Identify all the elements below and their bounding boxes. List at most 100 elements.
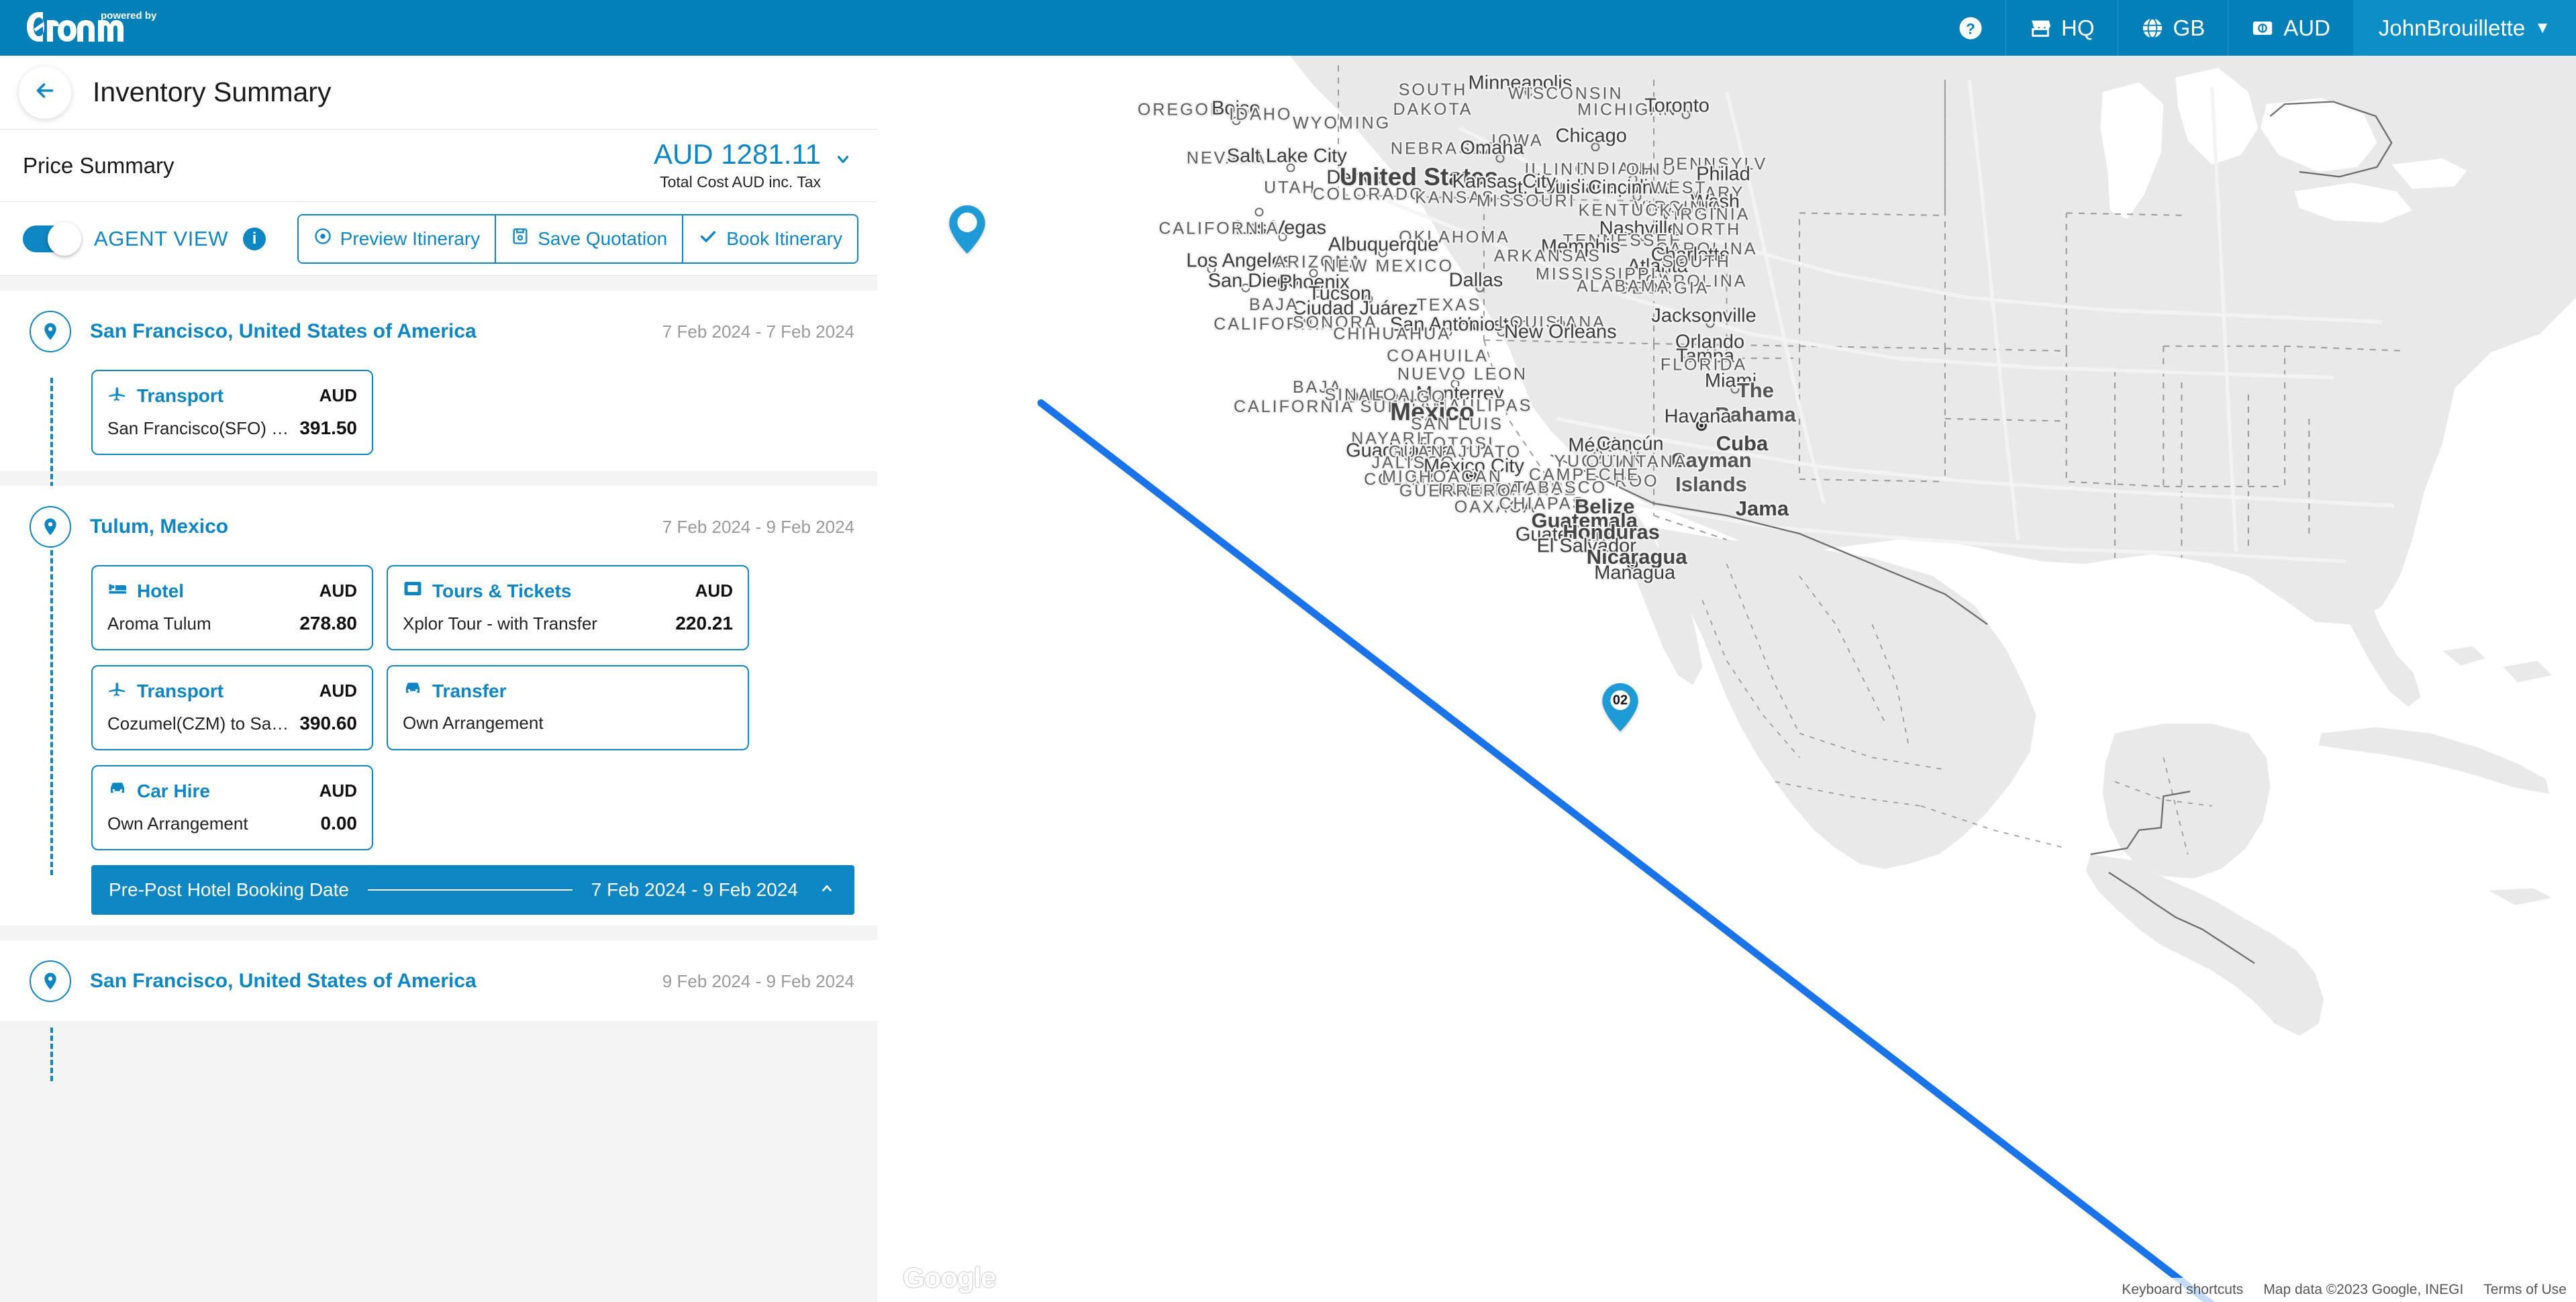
- google-watermark: Google: [903, 1262, 997, 1293]
- card-currency: AUD: [319, 781, 357, 801]
- back-button[interactable]: [19, 66, 71, 119]
- roam-logo[interactable]: powered by: [26, 9, 180, 47]
- capital-dot: [1627, 559, 1638, 570]
- city-dot: [1505, 185, 1514, 195]
- city-dot: [1450, 379, 1460, 389]
- user-menu[interactable]: JohnBrouillette ▼: [2352, 0, 2576, 56]
- segment-city[interactable]: Tulum, Mexico: [90, 515, 228, 538]
- capital-dot: [1696, 420, 1707, 431]
- card-amount: 220.21: [675, 613, 733, 634]
- info-icon[interactable]: i: [243, 227, 266, 250]
- city-dot: [1593, 450, 1603, 459]
- eye-icon: [313, 227, 332, 250]
- preview-itinerary-button[interactable]: Preview Itinerary: [298, 215, 495, 262]
- card-type-label: Tours & Tickets: [432, 580, 572, 601]
- inventory-summary-panel: Inventory Summary Price Summary AUD 1281…: [0, 56, 877, 1302]
- location-pin-icon: [30, 506, 71, 548]
- destination-marker-label: 02: [1612, 693, 1628, 708]
- city-dot: [1659, 270, 1669, 279]
- itinerary-segment: Tulum, Mexico 7 Feb 2024 - 9 Feb 2024 Ho…: [0, 486, 877, 925]
- destination-map-marker[interactable]: 02: [1602, 683, 1638, 735]
- currency-selector[interactable]: AUD: [2228, 0, 2353, 56]
- branch-label: HQ: [2061, 15, 2095, 40]
- check-icon: [698, 227, 718, 250]
- city-dot: [1632, 192, 1642, 201]
- globe-icon: [2141, 17, 2164, 40]
- segment-city[interactable]: San Francisco, United States of America: [90, 320, 477, 343]
- terms-of-use-link[interactable]: Terms of Use: [2483, 1282, 2567, 1298]
- language-selector[interactable]: GB: [2117, 0, 2228, 56]
- card-currency: AUD: [319, 681, 357, 701]
- card-currency: AUD: [319, 385, 357, 405]
- pre-post-hotel-booking-date-bar[interactable]: Pre-Post Hotel Booking Date 7 Feb 2024 -…: [91, 865, 854, 915]
- help-icon: ?: [1959, 16, 1983, 40]
- card-type-label: Transport: [137, 680, 224, 701]
- price-expand-chevron-icon[interactable]: [832, 149, 854, 172]
- book-itinerary-label: Book Itinerary: [726, 228, 842, 249]
- svg-text:powered by: powered by: [101, 10, 157, 21]
- city-dot: [1371, 173, 1380, 183]
- total-price-caption: Total Cost AUD inc. Tax: [660, 173, 821, 191]
- city-dot: [1628, 174, 1638, 184]
- top-navigation-bar: powered by ? HQ GB AUD JohnBrouillette ▼: [0, 0, 2576, 56]
- save-icon: [511, 227, 530, 250]
- location-pin-icon: [30, 960, 71, 1002]
- itinerary-timeline: San Francisco, United States of America …: [0, 291, 877, 1081]
- city-dot: [1683, 243, 1693, 252]
- total-price-amount: AUD 1281.11: [653, 138, 821, 170]
- city-dot: [1278, 232, 1287, 242]
- card-type-label: Hotel: [137, 580, 184, 601]
- agent-view-toggle[interactable]: [23, 221, 81, 256]
- divider-line: [367, 889, 573, 891]
- card-description: Cozumel(CZM) to San Franci...: [107, 713, 290, 734]
- store-icon: [2029, 17, 2052, 40]
- city-dot: [1556, 319, 1565, 328]
- inventory-card[interactable]: Transfer Own Arrangement: [387, 665, 749, 750]
- itinerary-action-buttons: Preview Itinerary Save Quotation Book It…: [297, 213, 858, 264]
- preview-itinerary-label: Preview Itinerary: [340, 228, 481, 249]
- city-dot: [1475, 283, 1485, 293]
- bed-icon: [107, 579, 128, 603]
- card-amount: 278.80: [299, 613, 357, 634]
- city-dot: [1591, 142, 1600, 152]
- chevron-up-icon[interactable]: [817, 880, 837, 900]
- city-dot: [1630, 447, 1639, 456]
- card-amount: 390.60: [299, 713, 357, 734]
- origin-map-marker[interactable]: [949, 205, 985, 257]
- car-icon: [107, 779, 128, 803]
- keyboard-shortcuts-link[interactable]: Keyboard shortcuts: [2122, 1282, 2243, 1298]
- city-dot: [1364, 294, 1373, 303]
- book-itinerary-button[interactable]: Book Itinerary: [682, 215, 857, 262]
- inventory-card[interactable]: Transport AUD Cozumel(CZM) to San Franci…: [91, 665, 373, 750]
- plane-icon: [107, 679, 128, 703]
- city-dot: [1705, 319, 1715, 328]
- city-dot: [1639, 232, 1648, 242]
- inventory-card[interactable]: Car Hire AUD Own Arrangement 0.00: [91, 765, 373, 850]
- segment-dates: 9 Feb 2024 - 9 Feb 2024: [662, 970, 854, 991]
- top-bar-actions: ? HQ GB AUD JohnBrouillette ▼: [1936, 0, 2576, 56]
- card-amount: 391.50: [299, 417, 357, 438]
- help-button[interactable]: ?: [1936, 0, 2005, 56]
- segment-city[interactable]: San Francisco, United States of America: [90, 970, 477, 993]
- car-icon: [403, 679, 423, 703]
- segment-cards: Hotel AUD Aroma Tulum 278.80 Tours & Tic…: [0, 548, 877, 856]
- currency-label: AUD: [2283, 15, 2330, 40]
- inventory-card[interactable]: Tours & Tickets AUD Xplor Tour - with Tr…: [387, 565, 749, 650]
- save-quotation-button[interactable]: Save Quotation: [495, 215, 683, 262]
- inventory-card[interactable]: Transport AUD San Francisco(SFO) to Cozu…: [91, 370, 373, 455]
- segment-cards: Transport AUD San Francisco(SFO) to Cozu…: [0, 352, 877, 460]
- branch-selector[interactable]: HQ: [2005, 0, 2118, 56]
- map-canvas[interactable]: OREGON Boise IDAHO WYOMING NEVADA UTAH Salt La…: [877, 56, 2576, 1302]
- inventory-card[interactable]: Hotel AUD Aroma Tulum 278.80: [91, 565, 373, 650]
- city-dot: [1578, 250, 1587, 259]
- city-dot: [1680, 349, 1689, 358]
- card-currency: AUD: [695, 581, 733, 601]
- arrow-left-icon: [33, 79, 57, 106]
- card-type-label: Transport: [137, 385, 224, 406]
- card-description: Aroma Tulum: [107, 613, 211, 634]
- language-label: GB: [2173, 15, 2206, 40]
- user-name: JohnBrouillette: [2378, 15, 2526, 40]
- pre-post-dates: 7 Feb 2024 - 9 Feb 2024: [591, 879, 798, 900]
- segment-dates: 7 Feb 2024 - 7 Feb 2024: [662, 321, 854, 342]
- city-dot: [1524, 87, 1534, 97]
